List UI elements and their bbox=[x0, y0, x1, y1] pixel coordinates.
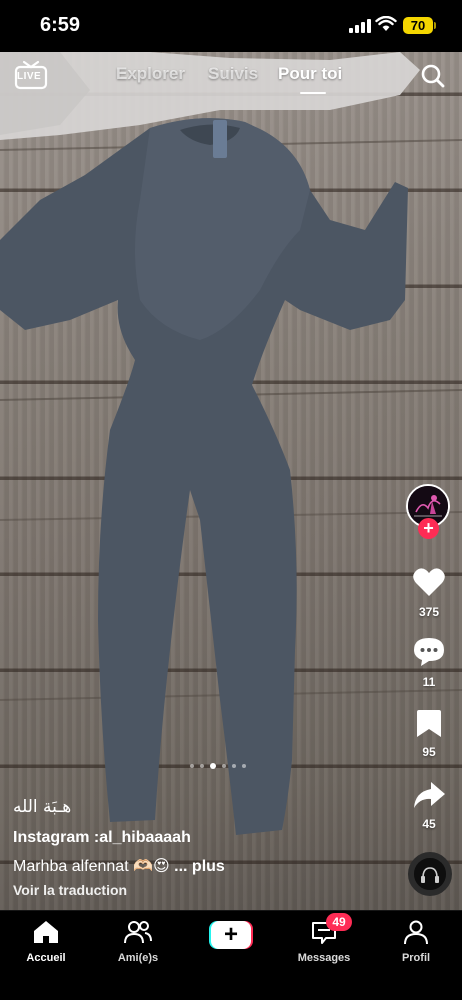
battery-tip bbox=[434, 22, 436, 29]
carousel-dot bbox=[200, 764, 204, 768]
comment-bubble-icon bbox=[414, 638, 444, 666]
nav-home-label: Accueil bbox=[26, 952, 66, 964]
caption-body: Marhba alfennat 🫶🏻😍 bbox=[13, 858, 170, 875]
carousel-dot bbox=[222, 764, 226, 768]
active-tab-indicator bbox=[300, 92, 326, 94]
carousel-indicator bbox=[190, 763, 246, 769]
feed-tabs: Explorer Suivis Pour toi bbox=[0, 64, 462, 94]
home-icon bbox=[34, 921, 58, 943]
creator-display-name[interactable]: هـبَة الله bbox=[13, 797, 71, 817]
nav-friends-label: Ami(e)s bbox=[117, 952, 159, 964]
nav-profile-label: Profil bbox=[401, 952, 431, 964]
carousel-dot bbox=[242, 764, 246, 768]
status-bar: 6:59 70 bbox=[0, 0, 462, 52]
tab-explorer[interactable]: Explorer bbox=[116, 64, 185, 84]
comment-count: 11 bbox=[422, 675, 436, 689]
share-arrow-icon bbox=[414, 782, 445, 808]
profile-icon bbox=[404, 920, 428, 945]
create-button[interactable]: + bbox=[209, 921, 253, 949]
bottom-nav: Accueil Ami(e)s + Messages 49 Profil bbox=[0, 910, 462, 1000]
battery-level: 70 bbox=[403, 17, 433, 34]
video-frame-image bbox=[0, 52, 462, 835]
wifi-icon bbox=[375, 16, 397, 31]
cellular-signal-icon bbox=[349, 19, 371, 33]
video-player[interactable] bbox=[0, 0, 462, 910]
follow-plus-button[interactable]: + bbox=[418, 518, 439, 539]
status-time: 6:59 bbox=[40, 14, 81, 36]
caption-handle: Instagram :al_hibaaaah bbox=[13, 829, 191, 846]
carousel-dot bbox=[190, 764, 194, 768]
like-button[interactable]: 375 bbox=[399, 566, 459, 619]
like-count: 375 bbox=[418, 605, 440, 619]
caption-text[interactable]: Marhba alfennat 🫶🏻😍 ... plus bbox=[13, 856, 225, 876]
messages-badge: 49 bbox=[326, 913, 352, 931]
translate-link[interactable]: Voir la traduction bbox=[13, 882, 127, 898]
tab-suivis[interactable]: Suivis bbox=[208, 64, 258, 84]
carousel-dot-active bbox=[210, 763, 216, 769]
friends-icon bbox=[124, 921, 152, 944]
nav-messages[interactable]: Messages bbox=[284, 919, 364, 964]
carousel-dot bbox=[232, 764, 236, 768]
save-button[interactable]: 95 bbox=[399, 708, 459, 759]
heart-icon bbox=[413, 568, 445, 596]
music-disc[interactable] bbox=[408, 852, 452, 896]
plus-icon: + bbox=[211, 921, 251, 949]
share-count: 45 bbox=[422, 817, 436, 831]
music-cover-icon bbox=[414, 858, 446, 890]
comment-button[interactable]: 11 bbox=[399, 636, 459, 689]
share-button[interactable]: 45 bbox=[399, 780, 459, 831]
tab-pour-toi[interactable]: Pour toi bbox=[278, 64, 342, 84]
nav-friends[interactable]: Ami(e)s bbox=[98, 919, 178, 964]
bookmark-icon bbox=[417, 710, 441, 737]
caption-more[interactable]: ... plus bbox=[174, 858, 225, 875]
search-icon[interactable] bbox=[420, 63, 446, 89]
nav-messages-label: Messages bbox=[297, 952, 351, 964]
save-count: 95 bbox=[422, 745, 436, 759]
nav-home[interactable]: Accueil bbox=[6, 919, 86, 964]
nav-profile[interactable]: Profil bbox=[376, 919, 456, 964]
